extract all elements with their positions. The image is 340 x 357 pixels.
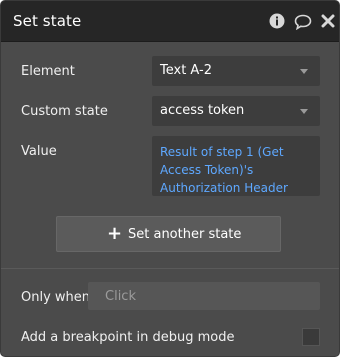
section-divider: [1, 268, 339, 269]
breakpoint-label: Add a breakpoint in debug mode: [21, 330, 235, 345]
set-another-state-button[interactable]: + Set another state: [56, 216, 281, 252]
only-when-placeholder: Click: [105, 289, 136, 304]
value-expression-field[interactable]: Result of step 1 (Get Access Token)'s Au…: [152, 136, 320, 196]
chevron-down-icon: [300, 109, 308, 114]
custom-state-dropdown-value: access token: [160, 103, 245, 118]
set-state-panel: Set state Element Text A-2 Custom state …: [0, 0, 340, 357]
chevron-down-icon: [300, 69, 308, 74]
panel-title: Set state: [13, 12, 82, 30]
value-label: Value: [21, 144, 57, 159]
panel-header: Set state: [1, 1, 339, 42]
element-dropdown-value: Text A-2: [160, 63, 212, 78]
set-another-state-label: Set another state: [128, 227, 242, 242]
only-when-label: Only when: [21, 290, 91, 305]
element-dropdown[interactable]: Text A-2: [152, 56, 320, 86]
comment-icon[interactable]: [294, 14, 312, 30]
custom-state-label: Custom state: [21, 104, 108, 119]
breakpoint-checkbox[interactable]: [302, 328, 320, 346]
custom-state-dropdown[interactable]: access token: [152, 96, 320, 126]
element-label: Element: [21, 64, 75, 79]
close-icon[interactable]: [321, 14, 337, 30]
only-when-input[interactable]: Click: [88, 282, 320, 310]
info-icon[interactable]: [269, 13, 285, 29]
plus-icon: +: [107, 223, 123, 244]
value-expression-text[interactable]: Result of step 1 (Get Access Token)'s Au…: [160, 143, 318, 197]
